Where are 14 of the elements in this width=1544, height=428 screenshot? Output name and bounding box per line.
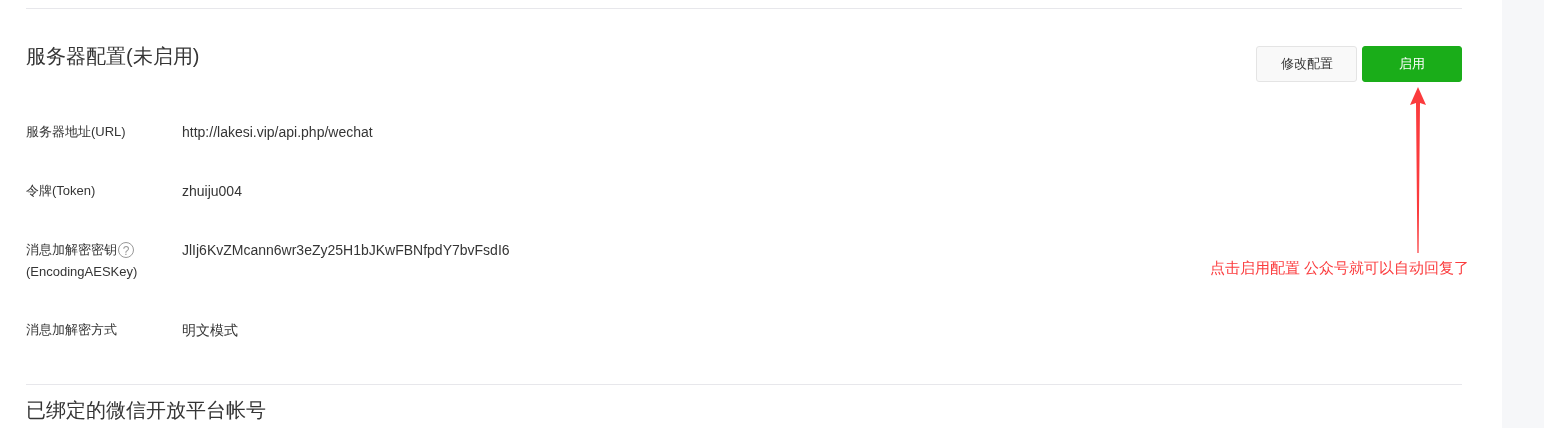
section-title: 已绑定的微信开放平台帐号 (26, 398, 267, 423)
field-label: 消息加解密密钥 (26, 241, 117, 259)
section-title: 服务器配置(未启用) (26, 44, 200, 69)
enable-button[interactable]: 启用 (1362, 46, 1462, 82)
field-label: 服务器地址(URL) (26, 123, 126, 141)
field-value: JlIj6KvZMcann6wr3eZy25H1bJKwFBNfpdY7bvFsdI6 (182, 241, 510, 260)
field-value: 明文模式 (182, 321, 238, 340)
field-label: 消息加解密方式 (26, 321, 117, 339)
field-value: http://lakesi.vip/api.php/wechat (182, 123, 373, 142)
edit-config-button[interactable]: 修改配置 (1256, 46, 1357, 82)
field-label: (EncodingAESKey) (26, 263, 139, 281)
field-value: zhuiju004 (182, 182, 242, 201)
field-label: 令牌(Token) (26, 182, 96, 200)
annotation-text: 点击启用配置 公众号就可以自动回复了 (1210, 259, 1470, 278)
